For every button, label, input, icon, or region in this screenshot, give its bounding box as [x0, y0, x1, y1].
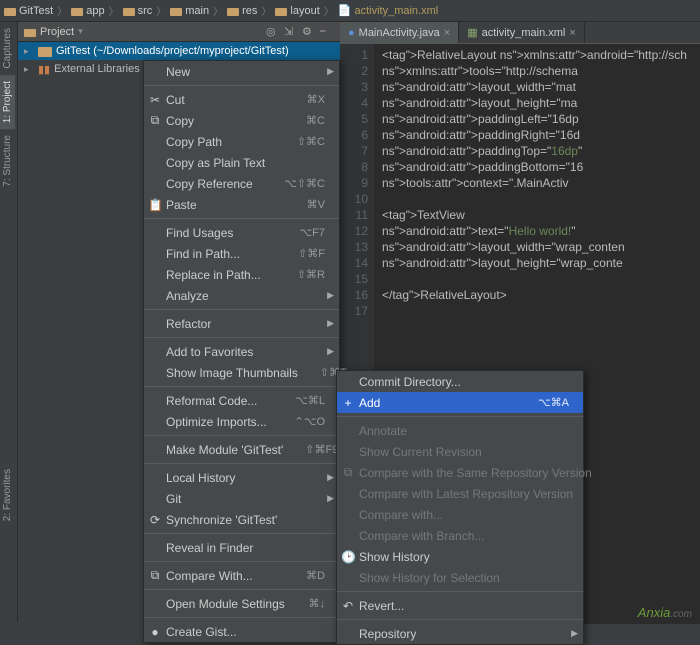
hide-icon[interactable]: ⎯	[320, 25, 334, 39]
libraries-icon: ▮▮	[38, 63, 50, 76]
menu-main-optimize-imports[interactable]: Optimize Imports...⌃⌥O	[144, 411, 339, 432]
chevron-right-icon: ▶	[571, 628, 578, 639]
java-file-icon: ●	[348, 27, 355, 39]
menu-main-make-module-gittest[interactable]: Make Module 'GitTest'⇧⌘F9	[144, 439, 339, 460]
collapse-icon[interactable]: ⇲	[284, 25, 298, 39]
breadcrumb-item[interactable]: src	[123, 5, 153, 17]
breadcrumb-item[interactable]: res	[227, 5, 257, 17]
menu-git-compare-with-latest-repository-version: Compare with Latest Repository Version	[337, 483, 583, 504]
locate-icon[interactable]: ◎	[266, 25, 280, 39]
menu-git-revert[interactable]: ↶Revert...	[337, 595, 583, 616]
menu-main-copy-reference[interactable]: Copy Reference⌥⇧⌘C	[144, 173, 339, 194]
xml-file-icon: ▦	[467, 26, 477, 39]
breadcrumb-item[interactable]: main	[170, 5, 209, 17]
gear-icon[interactable]: ⚙	[302, 25, 316, 39]
compare-with--icon: ⧉	[148, 568, 162, 583]
breadcrumb-item[interactable]: GitTest	[4, 5, 53, 17]
sidetab-favorites[interactable]: 2: Favorites	[0, 463, 15, 527]
sidetab-captures[interactable]: Captures	[0, 22, 15, 75]
chevron-right-icon: ▶	[327, 318, 334, 329]
menu-git-add[interactable]: +Add⌥⌘A	[337, 392, 583, 413]
project-panel-header: Project ▾ ◎ ⇲ ⚙ ⎯	[18, 22, 340, 42]
menu-main-find-in-path[interactable]: Find in Path...⇧⌘F	[144, 243, 339, 264]
menu-main-find-usages[interactable]: Find Usages⌥F7	[144, 222, 339, 243]
show-history-icon: 🕑	[341, 550, 355, 564]
menu-git-show-current-revision: Show Current Revision	[337, 441, 583, 462]
watermark: Anxia.com	[638, 605, 692, 620]
breadcrumb-item[interactable]: app	[71, 5, 104, 17]
caret-icon[interactable]: ▸	[24, 46, 34, 57]
context-menu-git: Commit Directory...+Add⌥⌘A AnnotateShow C…	[336, 370, 584, 645]
paste-icon: 📋	[148, 198, 162, 212]
create-gist--icon: ●	[148, 625, 162, 639]
chevron-right-icon: ▶	[327, 493, 334, 504]
compare-with-the-same-repository-version-icon: ⧉	[341, 465, 355, 480]
menu-main-add-to-favorites[interactable]: Add to Favorites▶	[144, 341, 339, 362]
menu-main-replace-in-path[interactable]: Replace in Path...⇧⌘R	[144, 264, 339, 285]
menu-git-compare-with: Compare with...	[337, 504, 583, 525]
breadcrumb: GitTest〉 app〉 src〉 main〉 res〉 layout〉 📄a…	[0, 0, 700, 22]
menu-main-create-gist[interactable]: ●Create Gist...	[144, 621, 339, 642]
menu-main-compare-with[interactable]: ⧉Compare With...⌘D	[144, 565, 339, 586]
context-menu-main: New▶ ✂Cut⌘X⧉Copy⌘CCopy Path⇧⌘CCopy as Pla…	[143, 60, 340, 643]
revert--icon: ↶	[341, 599, 355, 613]
menu-main-analyze[interactable]: Analyze▶	[144, 285, 339, 306]
chevron-right-icon: ▶	[327, 290, 334, 301]
chevron-right-icon: ▶	[327, 346, 334, 357]
menu-git-show-history[interactable]: 🕑Show History	[337, 546, 583, 567]
menu-main-git[interactable]: Git▶	[144, 488, 339, 509]
menu-main-copy-as-plain-text[interactable]: Copy as Plain Text	[144, 152, 339, 173]
menu-main-open-module-settings[interactable]: Open Module Settings⌘↓	[144, 593, 339, 614]
menu-main-show-image-thumbnails[interactable]: Show Image Thumbnails⇧⌘T	[144, 362, 339, 383]
menu-main-local-history[interactable]: Local History▶	[144, 467, 339, 488]
tool-window-tabs-left: Captures 1: Project 7: Structure 2: Favo…	[0, 22, 18, 622]
synchronize-gittest--icon: ⟳	[148, 513, 162, 527]
menu-git-compare-with-the-same-repository-version: ⧉Compare with the Same Repository Versio…	[337, 462, 583, 483]
sidetab-structure[interactable]: 7: Structure	[0, 129, 15, 193]
menu-git-show-history-for-selection: Show History for Selection	[337, 567, 583, 588]
chevron-right-icon: ▶	[327, 66, 334, 77]
menu-git-annotate: Annotate	[337, 420, 583, 441]
menu-main-copy-path[interactable]: Copy Path⇧⌘C	[144, 131, 339, 152]
menu-git-repository[interactable]: Repository▶	[337, 623, 583, 644]
chevron-right-icon: ▶	[327, 472, 334, 483]
folder-icon	[24, 27, 36, 37]
copy-icon: ⧉	[148, 113, 162, 128]
sidetab-project[interactable]: 1: Project	[0, 75, 15, 129]
menu-main-refactor[interactable]: Refactor▶	[144, 313, 339, 334]
cut-icon: ✂	[148, 93, 162, 107]
caret-icon[interactable]: ▸	[24, 64, 34, 75]
project-panel-title: Project	[40, 26, 74, 38]
menu-git-commit-directory[interactable]: Commit Directory...	[337, 371, 583, 392]
menu-main-paste[interactable]: 📋Paste⌘V	[144, 194, 339, 215]
close-icon[interactable]: ×	[569, 27, 575, 39]
menu-git-compare-with-branch: Compare with Branch...	[337, 525, 583, 546]
add-icon: +	[341, 396, 355, 410]
folder-icon	[38, 45, 52, 57]
menu-main-new[interactable]: New▶	[144, 61, 339, 82]
editor-tabs: ● MainActivity.java × ▦ activity_main.xm…	[340, 22, 700, 44]
menu-main-reformat-code[interactable]: Reformat Code...⌥⌘L	[144, 390, 339, 411]
tree-item-root[interactable]: ▸ GitTest (~/Downloads/project/myproject…	[18, 42, 340, 60]
breadcrumb-item[interactable]: layout	[275, 5, 319, 17]
editor-tab-mainactivity[interactable]: ● MainActivity.java ×	[340, 22, 459, 43]
menu-main-synchronize-gittest[interactable]: ⟳Synchronize 'GitTest'	[144, 509, 339, 530]
menu-main-copy[interactable]: ⧉Copy⌘C	[144, 110, 339, 131]
editor-tab-activity-main[interactable]: ▦ activity_main.xml ×	[459, 22, 585, 43]
menu-main-reveal-in-finder[interactable]: Reveal in Finder	[144, 537, 339, 558]
close-icon[interactable]: ×	[444, 27, 450, 39]
breadcrumb-item[interactable]: 📄activity_main.xml	[338, 4, 438, 17]
menu-main-cut[interactable]: ✂Cut⌘X	[144, 89, 339, 110]
